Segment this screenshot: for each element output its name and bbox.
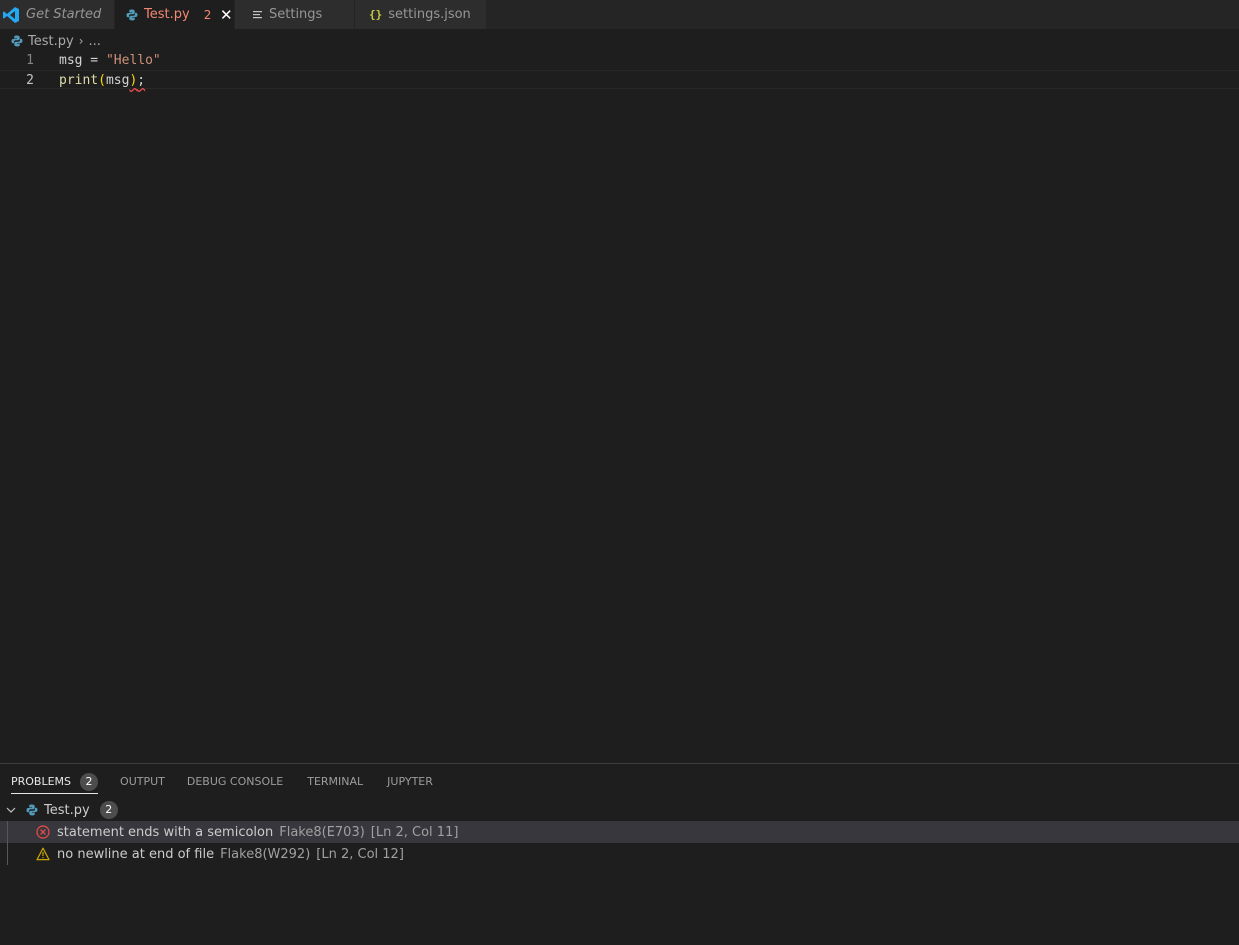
problems-file-group[interactable]: Test.py 2 — [0, 799, 1239, 821]
tab-label: PROBLEMS — [11, 775, 72, 788]
tab-label: settings.json — [388, 7, 471, 22]
python-icon — [26, 804, 38, 816]
tab-get-started[interactable]: Get Started — [0, 0, 115, 29]
editor-tab-bar: Get Started Test.py 2 ✕ Settings {} sett… — [0, 0, 1239, 29]
code-text: msg = "Hello" — [59, 53, 161, 68]
chevron-down-icon[interactable] — [5, 804, 17, 816]
tab-label: DEBUG CONSOLE — [186, 775, 284, 788]
problems-count-badge: 2 — [80, 772, 99, 791]
line-number: 1 — [26, 53, 34, 68]
tab-debug-console[interactable]: DEBUG CONSOLE — [187, 764, 283, 799]
problem-location: [Ln 2, Col 12] — [316, 846, 404, 862]
problem-message: no newline at end of file — [57, 846, 215, 862]
error-squiggle: ; — [137, 73, 146, 88]
tab-label: Get Started — [26, 7, 102, 22]
tab-settings-json[interactable]: {} settings.json — [355, 0, 487, 29]
tab-label: TERMINAL — [307, 775, 364, 788]
tab-label: OUTPUT — [120, 775, 165, 788]
tab-output[interactable]: OUTPUT — [120, 764, 165, 799]
tab-problems[interactable]: PROBLEMS 2 — [11, 764, 99, 799]
python-icon — [126, 9, 138, 21]
warning-triangle-icon — [36, 847, 50, 861]
panel-tabs: PROBLEMS 2 OUTPUT DEBUG CONSOLE TERMINAL… — [0, 764, 433, 799]
indent-guide — [7, 843, 8, 865]
problem-source: Flake8(W292) — [220, 846, 311, 862]
settings-lines-icon — [253, 10, 263, 20]
python-icon — [11, 35, 23, 47]
tab-label: JUPYTER — [387, 775, 433, 788]
tab-settings[interactable]: Settings — [235, 0, 355, 29]
tab-test-py[interactable]: Test.py 2 ✕ — [115, 0, 235, 29]
breadcrumb: Test.py › ... — [11, 31, 101, 51]
breadcrumb-file[interactable]: Test.py — [28, 34, 74, 49]
chevron-right-icon: › — [78, 34, 84, 48]
json-braces-icon: {} — [369, 8, 383, 21]
problem-source: Flake8(E703) — [279, 824, 365, 840]
tab-label: Settings — [269, 7, 323, 22]
bottom-panel: PROBLEMS 2 OUTPUT DEBUG CONSOLE TERMINAL… — [0, 763, 1239, 945]
error-circle-icon — [36, 825, 50, 839]
problem-message: statement ends with a semicolon — [57, 824, 274, 840]
tab-label: Test.py — [144, 7, 190, 22]
breadcrumb-more[interactable]: ... — [89, 34, 101, 49]
code-line-current: 2 print(msg); — [0, 70, 1239, 89]
problems-file-label: Test.py — [44, 802, 90, 818]
code-text: print(msg); — [59, 73, 146, 88]
indent-guide — [7, 821, 8, 843]
code-editor[interactable]: 1 msg = "Hello" 2 print(msg); — [0, 51, 1239, 763]
problem-item[interactable]: no newline at end of file Flake8(W292) [… — [0, 843, 1239, 865]
problem-count-badge: 2 — [203, 7, 212, 22]
vscode-logo-icon — [2, 6, 20, 24]
close-icon[interactable]: ✕ — [219, 6, 233, 24]
tab-jupyter[interactable]: JUPYTER — [387, 764, 433, 799]
problems-file-count: 2 — [99, 801, 118, 819]
problem-item[interactable]: statement ends with a semicolon Flake8(E… — [0, 821, 1239, 843]
tab-terminal[interactable]: TERMINAL — [307, 764, 363, 799]
line-number: 2 — [26, 73, 34, 88]
code-line: 1 msg = "Hello" — [0, 51, 1239, 70]
problem-location: [Ln 2, Col 11] — [370, 824, 459, 840]
